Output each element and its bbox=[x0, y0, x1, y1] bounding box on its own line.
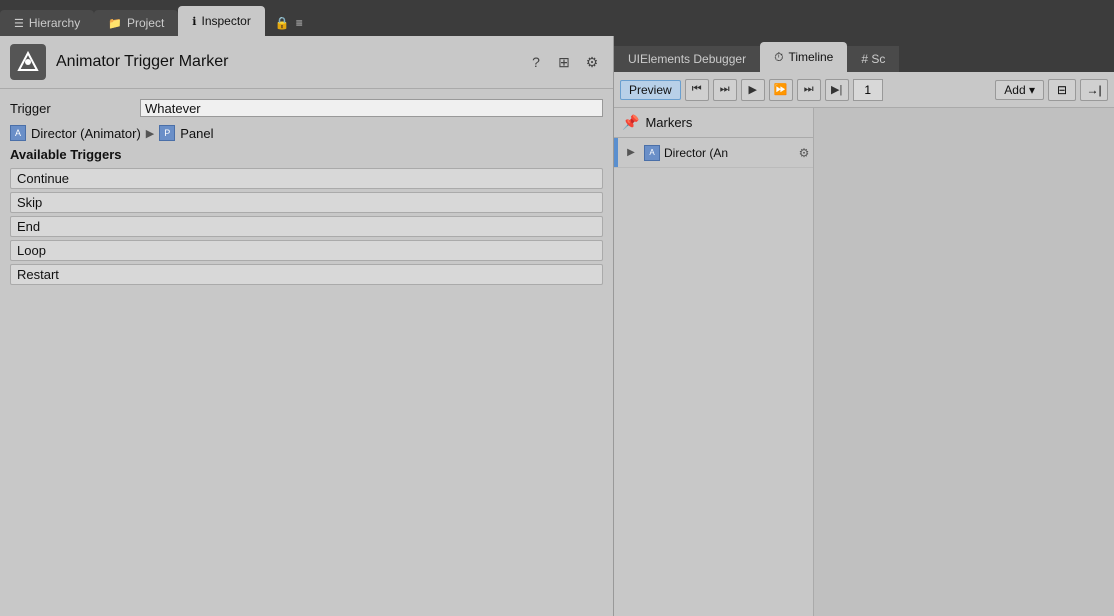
track-name: Director (An bbox=[664, 146, 795, 160]
layout-icon: ⊞ bbox=[558, 54, 570, 71]
track-icon: A bbox=[644, 145, 660, 161]
frame-number-input[interactable] bbox=[853, 79, 883, 101]
inspector-panel: Animator Trigger Marker ? ⊞ ⚙ Trigger bbox=[0, 36, 614, 616]
inspector-header: Animator Trigger Marker ? ⊞ ⚙ bbox=[0, 36, 613, 89]
inspector-title: Animator Trigger Marker bbox=[56, 53, 515, 71]
tab-extras: 🔒 ≡ bbox=[265, 10, 313, 36]
available-triggers-label: Available Triggers bbox=[10, 147, 603, 162]
lock-icon[interactable]: 🔒 bbox=[275, 16, 290, 30]
tab-project[interactable]: 📁 Project bbox=[94, 10, 178, 36]
tab-sc[interactable]: # Sc bbox=[847, 46, 899, 72]
panel-label: Panel bbox=[180, 126, 213, 141]
help-button[interactable]: ? bbox=[525, 51, 547, 73]
track-color-bar bbox=[614, 138, 618, 167]
panel-icon: P bbox=[159, 125, 175, 141]
main-content: Animator Trigger Marker ? ⊞ ⚙ Trigger bbox=[0, 36, 1114, 616]
timeline-clip-area bbox=[814, 108, 1114, 616]
markers-label: Markers bbox=[645, 115, 692, 130]
unity-logo bbox=[10, 44, 46, 80]
tab-hierarchy-label: Hierarchy bbox=[29, 16, 80, 30]
preview-button[interactable]: Preview bbox=[620, 80, 681, 100]
next-frame-button[interactable]: ⏩ bbox=[769, 79, 793, 101]
tab-project-label: Project bbox=[127, 16, 164, 30]
hierarchy-icon: ☰ bbox=[14, 17, 24, 30]
ripple-button[interactable]: →| bbox=[1080, 79, 1108, 101]
trigger-continue[interactable]: Continue bbox=[10, 168, 603, 189]
timeline-tracks: 📌 Markers ▶ A Director (An ⚙ bbox=[614, 108, 814, 616]
timeline-icon: ⏱ bbox=[774, 50, 783, 65]
skip-to-start-button[interactable]: ⏮ bbox=[685, 79, 709, 101]
tab-hierarchy[interactable]: ☰ Hierarchy bbox=[0, 10, 94, 36]
track-settings-button[interactable]: ⚙ bbox=[795, 144, 813, 162]
track-area: ▶ A Director (An ⚙ bbox=[614, 138, 813, 616]
play-button[interactable]: ▶ bbox=[741, 79, 765, 101]
markers-header: 📌 Markers bbox=[614, 108, 813, 138]
tab-bar: ☰ Hierarchy 📁 Project ℹ Inspector 🔒 ≡ bbox=[0, 0, 1114, 36]
tab-inspector[interactable]: ℹ Inspector bbox=[178, 6, 265, 36]
header-icons: ? ⊞ ⚙ bbox=[525, 51, 603, 73]
help-icon: ? bbox=[532, 54, 540, 70]
trigger-field-row: Trigger bbox=[10, 99, 603, 117]
timeline-toolbar: Preview ⏮ ⏭ ▶ ⏩ ⏭ ▶| Add ▾ ⊟ →| bbox=[614, 72, 1114, 108]
settings-icon: ⚙ bbox=[586, 54, 599, 71]
trigger-input[interactable] bbox=[140, 99, 603, 117]
view-mode-button[interactable]: ⊟ bbox=[1048, 79, 1076, 101]
add-button[interactable]: Add ▾ bbox=[995, 80, 1044, 100]
arrow-icon: ▶ bbox=[146, 127, 154, 140]
skip-to-end-button[interactable]: ⏭ bbox=[797, 79, 821, 101]
prev-frame-button[interactable]: ⏭ bbox=[713, 79, 737, 101]
track-play-button[interactable]: ▶ bbox=[621, 143, 641, 163]
sc-label: # Sc bbox=[861, 52, 885, 66]
uidebugger-label: UIElements Debugger bbox=[628, 52, 746, 66]
trigger-list: Continue Skip End Loop Restart bbox=[10, 168, 603, 285]
project-icon: 📁 bbox=[108, 17, 122, 30]
record-button[interactable]: ▶| bbox=[825, 79, 849, 101]
trigger-label: Trigger bbox=[10, 101, 140, 116]
director-icon: A bbox=[10, 125, 26, 141]
tab-timeline[interactable]: ⏱ Timeline bbox=[760, 42, 847, 72]
tab-uidebugger[interactable]: UIElements Debugger bbox=[614, 46, 760, 72]
trigger-skip[interactable]: Skip bbox=[10, 192, 603, 213]
trigger-restart[interactable]: Restart bbox=[10, 264, 603, 285]
layout-button[interactable]: ⊞ bbox=[553, 51, 575, 73]
inspector-icon: ℹ bbox=[192, 15, 196, 28]
timeline-tab-label: Timeline bbox=[788, 50, 833, 64]
tab-inspector-label: Inspector bbox=[201, 14, 250, 28]
trigger-end[interactable]: End bbox=[10, 216, 603, 237]
timeline-content: 📌 Markers ▶ A Director (An ⚙ bbox=[614, 108, 1114, 616]
director-label: Director (Animator) bbox=[31, 126, 141, 141]
timeline-tab-bar: UIElements Debugger ⏱ Timeline # Sc bbox=[614, 36, 1114, 72]
menu-icon[interactable]: ≡ bbox=[296, 16, 303, 30]
director-row: A Director (Animator) ▶ P Panel bbox=[10, 125, 603, 141]
trigger-loop[interactable]: Loop bbox=[10, 240, 603, 261]
table-row: ▶ A Director (An ⚙ bbox=[614, 138, 813, 168]
inspector-body: Trigger A Director (Animator) ▶ P Panel … bbox=[0, 89, 613, 295]
timeline-panel: UIElements Debugger ⏱ Timeline # Sc Prev… bbox=[614, 36, 1114, 616]
settings-button[interactable]: ⚙ bbox=[581, 51, 603, 73]
marker-icon: 📌 bbox=[622, 114, 639, 131]
